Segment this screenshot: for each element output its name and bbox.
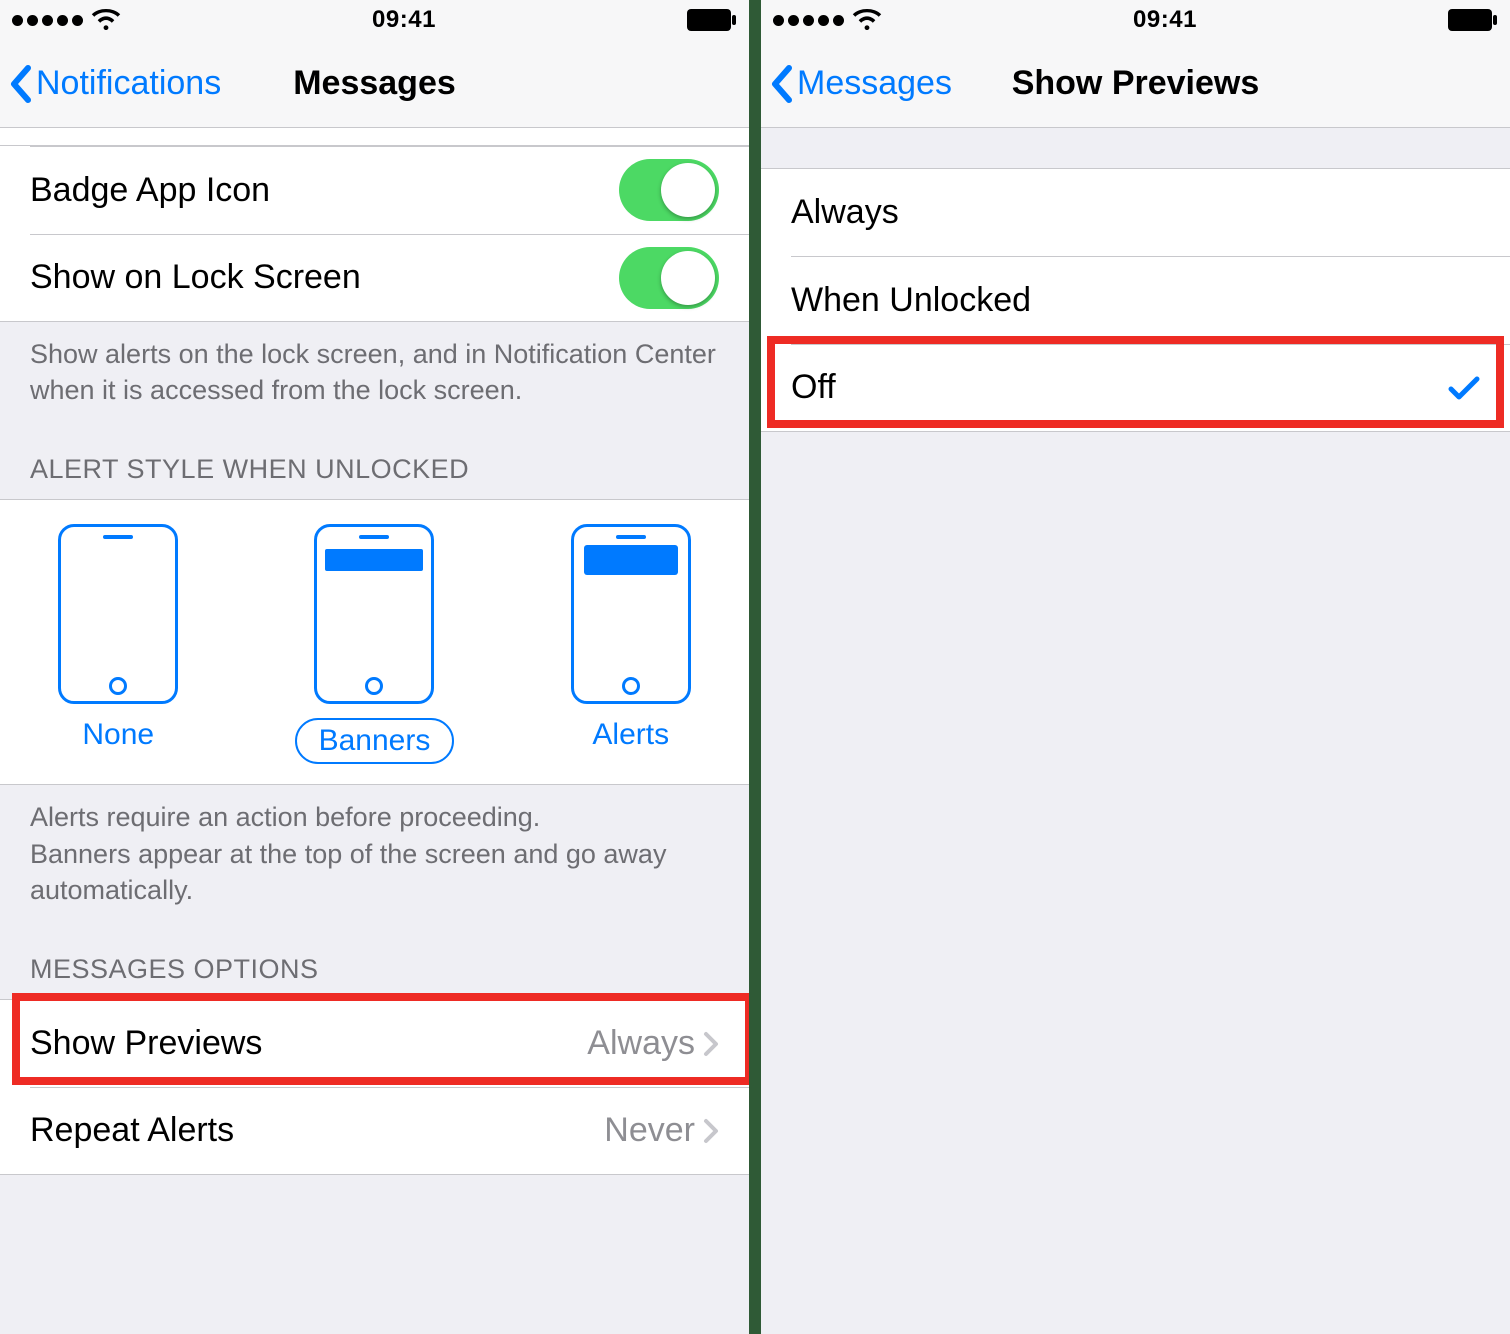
wifi-icon — [91, 9, 121, 31]
cell-label: Off — [791, 368, 1448, 407]
chevron-left-icon — [8, 64, 32, 104]
alert-style-footer: Alerts require an action before proceedi… — [0, 785, 749, 922]
style-label: None — [82, 718, 154, 752]
back-label: Notifications — [36, 64, 221, 103]
left-screen: 09:41 Notifications Messages Sounds Note… — [0, 0, 749, 1334]
nav-bar: Messages Show Previews — [761, 40, 1510, 128]
back-button[interactable]: Notifications — [8, 64, 221, 104]
messages-options-header: MESSAGES OPTIONS — [0, 923, 749, 999]
row-show-previews[interactable]: Show Previews Always — [0, 999, 749, 1087]
wifi-icon — [852, 9, 882, 31]
signal-icon — [12, 15, 83, 26]
row-option-when-unlocked[interactable]: When Unlocked — [761, 256, 1510, 344]
toggle-lockscreen[interactable] — [619, 247, 719, 309]
row-option-off[interactable]: Off — [761, 344, 1510, 432]
signal-icon — [773, 15, 844, 26]
lock-screen-footer: Show alerts on the lock screen, and in N… — [0, 322, 749, 423]
checkmark-icon — [1448, 375, 1480, 401]
alert-style-picker: None Banners Alerts — [0, 499, 749, 785]
row-badge-app-icon[interactable]: Badge App Icon — [0, 146, 749, 234]
style-label: Banners — [295, 718, 455, 764]
chevron-right-icon — [703, 1031, 719, 1057]
back-label: Messages — [797, 64, 952, 103]
cell-value: Never — [604, 1111, 695, 1150]
back-button[interactable]: Messages — [769, 64, 952, 104]
row-repeat-alerts[interactable]: Repeat Alerts Never — [0, 1087, 749, 1175]
chevron-left-icon — [769, 64, 793, 104]
cell-label: Always — [791, 193, 1480, 232]
cell-label: Show Previews — [30, 1024, 587, 1063]
status-bar: 09:41 — [761, 0, 1510, 40]
status-right — [1448, 9, 1498, 31]
nav-bar: Notifications Messages — [0, 40, 749, 128]
alert-style-alerts[interactable]: Alerts — [571, 524, 691, 764]
cell-label: When Unlocked — [791, 281, 1480, 320]
status-time: 09:41 — [1133, 6, 1197, 34]
chevron-right-icon — [703, 1118, 719, 1144]
status-left — [12, 9, 121, 31]
cell-value: Always — [587, 1024, 695, 1063]
alert-style-banners[interactable]: Banners — [295, 524, 455, 764]
cell-label: Show on Lock Screen — [30, 258, 619, 297]
battery-icon — [1448, 9, 1498, 31]
style-label: Alerts — [592, 718, 669, 752]
battery-icon — [687, 9, 737, 31]
status-right — [687, 9, 737, 31]
row-show-lock-screen[interactable]: Show on Lock Screen — [0, 234, 749, 322]
status-bar: 09:41 — [0, 0, 749, 40]
alert-style-header: ALERT STYLE WHEN UNLOCKED — [0, 423, 749, 499]
row-sounds-peek[interactable]: Sounds Note — [0, 128, 749, 146]
toggle-badge[interactable] — [619, 159, 719, 221]
right-screen: 09:41 Messages Show Previews Always When… — [761, 0, 1510, 1334]
status-time: 09:41 — [372, 6, 436, 34]
cell-label: Repeat Alerts — [30, 1111, 604, 1150]
row-option-always[interactable]: Always — [761, 168, 1510, 256]
alert-style-none[interactable]: None — [58, 524, 178, 764]
cell-label: Badge App Icon — [30, 171, 619, 210]
status-left — [773, 9, 882, 31]
